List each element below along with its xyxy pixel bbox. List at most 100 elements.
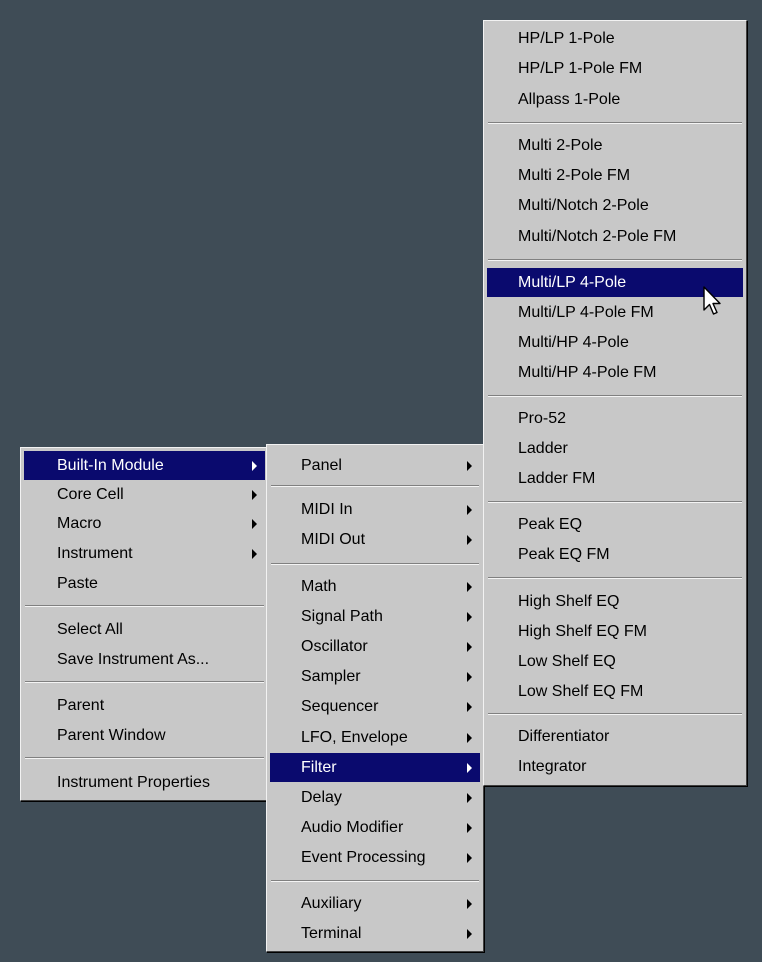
menu-item-terminal[interactable]: Terminal bbox=[270, 919, 480, 948]
menu-item-label: Low Shelf EQ bbox=[518, 653, 616, 670]
menu-item-label: Event Processing bbox=[301, 849, 426, 866]
submenu-arrow-icon bbox=[467, 505, 472, 515]
submenu-arrow-icon bbox=[467, 642, 472, 652]
menu-item-label: Parent Window bbox=[57, 727, 166, 744]
menu-item-midi-out[interactable]: MIDI Out bbox=[270, 525, 480, 554]
menu-item-allpass-1-pole[interactable]: Allpass 1-Pole bbox=[487, 85, 743, 114]
menu-item-label: Select All bbox=[57, 621, 123, 638]
menu-item-label: Peak EQ bbox=[518, 516, 583, 533]
menu-item-label: Peak EQ FM bbox=[518, 546, 610, 563]
menu-item-high-shelf-eq-fm[interactable]: High Shelf EQ FM bbox=[487, 617, 743, 646]
menu-item-label: Terminal bbox=[301, 925, 362, 942]
menu-item-hp-lp-1-pole[interactable]: HP/LP 1-Pole bbox=[487, 24, 743, 53]
menu-item-label: Signal Path bbox=[301, 608, 383, 625]
menu-item-label: High Shelf EQ bbox=[518, 593, 620, 610]
menu-item-label: Delay bbox=[301, 789, 342, 806]
menu-item-label: Multi/Notch 2-Pole bbox=[518, 197, 649, 214]
submenu-arrow-icon bbox=[467, 672, 472, 682]
menu-separator bbox=[488, 501, 742, 503]
mouse-pointer-icon bbox=[703, 286, 721, 315]
menu-item-label: Differentiator bbox=[518, 728, 610, 745]
menu-item-delay[interactable]: Delay bbox=[270, 783, 480, 812]
submenu-arrow-icon bbox=[467, 763, 472, 773]
context-menu: Built-In Module Core Cell Macro Instrume… bbox=[20, 447, 269, 801]
menu-item-multi-notch-2-pole-fm[interactable]: Multi/Notch 2-Pole FM bbox=[487, 222, 743, 251]
menu-item-core-cell[interactable]: Core Cell bbox=[24, 480, 265, 509]
menu-separator bbox=[271, 563, 479, 565]
menu-item-multi-hp-4-pole[interactable]: Multi/HP 4-Pole bbox=[487, 328, 743, 357]
menu-item-signal-path[interactable]: Signal Path bbox=[270, 602, 480, 631]
menu-item-select-all[interactable]: Select All bbox=[24, 615, 265, 644]
menu-item-panel[interactable]: Panel bbox=[270, 451, 480, 480]
submenu-arrow-icon bbox=[252, 461, 257, 471]
menu-item-instrument[interactable]: Instrument bbox=[24, 539, 265, 568]
menu-separator bbox=[271, 880, 479, 882]
menu-item-paste[interactable]: Paste bbox=[24, 569, 265, 598]
menu-item-multi-hp-4-pole-fm[interactable]: Multi/HP 4-Pole FM bbox=[487, 358, 743, 387]
menu-separator bbox=[25, 681, 264, 683]
menu-item-multi-2-pole-fm[interactable]: Multi 2-Pole FM bbox=[487, 161, 743, 190]
menu-item-label: MIDI In bbox=[301, 501, 353, 518]
menu-separator bbox=[488, 713, 742, 715]
menu-item-event-processing[interactable]: Event Processing bbox=[270, 843, 480, 872]
menu-item-low-shelf-eq-fm[interactable]: Low Shelf EQ FM bbox=[487, 677, 743, 706]
menu-item-sampler[interactable]: Sampler bbox=[270, 662, 480, 691]
submenu-arrow-icon bbox=[467, 535, 472, 545]
submenu-arrow-icon bbox=[467, 702, 472, 712]
menu-item-label: Sampler bbox=[301, 668, 361, 685]
menu-item-low-shelf-eq[interactable]: Low Shelf EQ bbox=[487, 647, 743, 676]
menu-item-save-instrument-as[interactable]: Save Instrument As... bbox=[24, 645, 265, 674]
menu-item-built-in-module[interactable]: Built-In Module bbox=[24, 451, 265, 480]
menu-item-label: Low Shelf EQ FM bbox=[518, 683, 644, 700]
menu-item-label: Filter bbox=[301, 759, 337, 776]
menu-item-label: Integrator bbox=[518, 758, 587, 775]
menu-item-label: Built-In Module bbox=[57, 457, 164, 474]
menu-item-peak-eq[interactable]: Peak EQ bbox=[487, 510, 743, 539]
menu-item-integrator[interactable]: Integrator bbox=[487, 752, 743, 781]
menu-item-ladder-fm[interactable]: Ladder FM bbox=[487, 464, 743, 493]
submenu-arrow-icon bbox=[252, 519, 257, 529]
menu-item-midi-in[interactable]: MIDI In bbox=[270, 495, 480, 524]
menu-item-ladder[interactable]: Ladder bbox=[487, 434, 743, 463]
menu-separator bbox=[25, 757, 264, 759]
menu-item-filter[interactable]: Filter bbox=[270, 753, 480, 782]
menu-item-audio-modifier[interactable]: Audio Modifier bbox=[270, 813, 480, 842]
menu-item-differentiator[interactable]: Differentiator bbox=[487, 722, 743, 751]
menu-item-parent-window[interactable]: Parent Window bbox=[24, 721, 265, 750]
menu-item-instrument-properties[interactable]: Instrument Properties bbox=[24, 768, 265, 797]
menu-item-macro[interactable]: Macro bbox=[24, 509, 265, 538]
submenu-arrow-icon bbox=[252, 549, 257, 559]
menu-item-math[interactable]: Math bbox=[270, 572, 480, 601]
submenu-arrow-icon bbox=[467, 853, 472, 863]
menu-item-parent[interactable]: Parent bbox=[24, 691, 265, 720]
menu-item-label: Math bbox=[301, 578, 337, 595]
menu-item-label: Multi/HP 4-Pole bbox=[518, 334, 629, 351]
submenu-arrow-icon bbox=[467, 823, 472, 833]
menu-item-lfo-envelope[interactable]: LFO, Envelope bbox=[270, 723, 480, 752]
submenu-arrow-icon bbox=[467, 793, 472, 803]
menu-item-label: Save Instrument As... bbox=[57, 651, 210, 668]
menu-item-peak-eq-fm[interactable]: Peak EQ FM bbox=[487, 540, 743, 569]
menu-item-label: Auxiliary bbox=[301, 895, 362, 912]
menu-item-oscillator[interactable]: Oscillator bbox=[270, 632, 480, 661]
menu-separator bbox=[488, 395, 742, 397]
menu-item-multi-2-pole[interactable]: Multi 2-Pole bbox=[487, 131, 743, 160]
menu-item-pro-52[interactable]: Pro-52 bbox=[487, 404, 743, 433]
submenu-arrow-icon bbox=[252, 490, 257, 500]
menu-item-label: Macro bbox=[57, 515, 102, 532]
menu-item-label: LFO, Envelope bbox=[301, 729, 408, 746]
menu-item-label: High Shelf EQ FM bbox=[518, 623, 647, 640]
menu-item-multi-notch-2-pole[interactable]: Multi/Notch 2-Pole bbox=[487, 191, 743, 220]
menu-item-auxiliary[interactable]: Auxiliary bbox=[270, 889, 480, 918]
menu-item-label: Sequencer bbox=[301, 698, 379, 715]
menu-item-sequencer[interactable]: Sequencer bbox=[270, 692, 480, 721]
menu-separator bbox=[25, 605, 264, 607]
menu-item-label: Multi 2-Pole FM bbox=[518, 167, 631, 184]
menu-item-hp-lp-1-pole-fm[interactable]: HP/LP 1-Pole FM bbox=[487, 54, 743, 83]
menu-item-label: Pro-52 bbox=[518, 410, 567, 427]
menu-item-high-shelf-eq[interactable]: High Shelf EQ bbox=[487, 587, 743, 616]
menu-item-label: Instrument bbox=[57, 545, 133, 562]
menu-item-label: Ladder bbox=[518, 440, 568, 457]
submenu-arrow-icon bbox=[467, 733, 472, 743]
submenu-arrow-icon bbox=[467, 461, 472, 471]
